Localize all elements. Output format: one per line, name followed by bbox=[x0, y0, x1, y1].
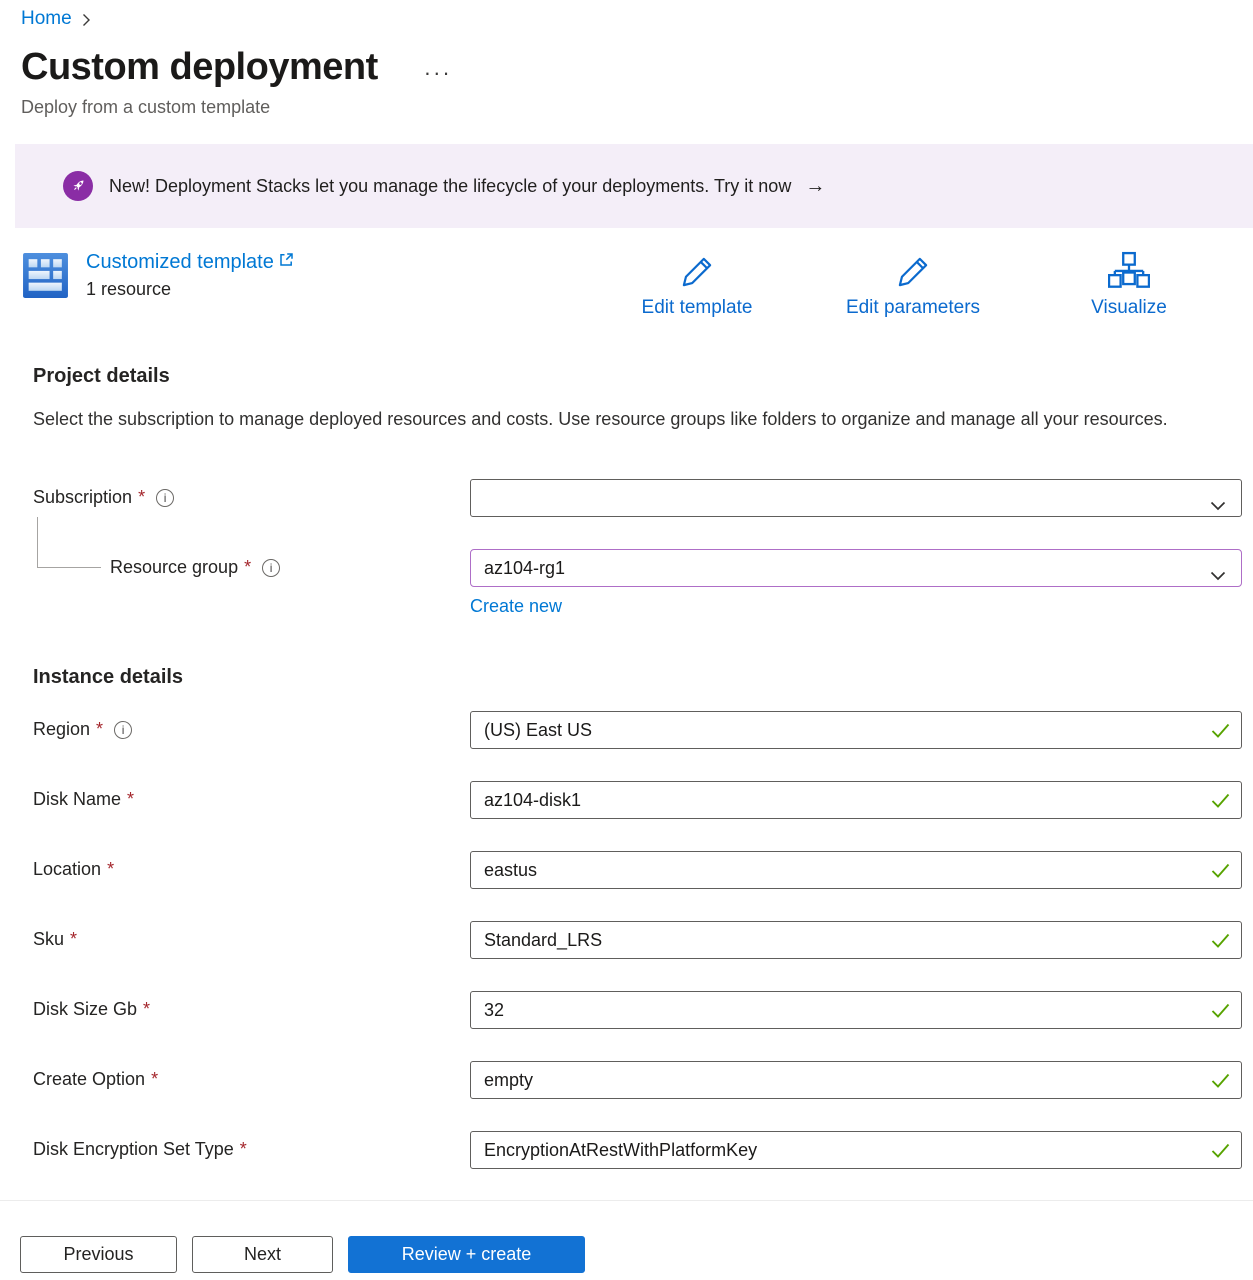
previous-button[interactable]: Previous bbox=[20, 1236, 177, 1273]
required-asterisk: * bbox=[151, 1069, 158, 1090]
arrow-right-icon: → bbox=[805, 175, 825, 198]
field-label: Disk Encryption Set Type bbox=[33, 1139, 234, 1160]
field-value: empty bbox=[484, 1070, 533, 1091]
chevron-down-icon bbox=[1210, 565, 1226, 586]
edit-parameters-label: Edit parameters bbox=[846, 297, 980, 319]
check-icon bbox=[1211, 793, 1230, 814]
field-input[interactable]: Standard_LRS bbox=[470, 921, 1242, 959]
check-icon bbox=[1211, 863, 1230, 884]
field-value: Standard_LRS bbox=[484, 930, 602, 951]
breadcrumb-chevron-icon bbox=[82, 13, 91, 27]
subscription-group-connector bbox=[37, 517, 101, 568]
field-row: Sku* i Standard_LRS bbox=[33, 921, 1242, 959]
field-input[interactable]: eastus bbox=[470, 851, 1242, 889]
check-icon bbox=[1211, 1143, 1230, 1164]
field-input[interactable]: empty bbox=[470, 1061, 1242, 1099]
required-asterisk: * bbox=[70, 929, 77, 950]
subscription-label: Subscription bbox=[33, 487, 132, 508]
project-details-description: Select the subscription to manage deploy… bbox=[33, 404, 1188, 435]
field-input[interactable]: 32 bbox=[470, 991, 1242, 1029]
required-asterisk: * bbox=[127, 789, 134, 810]
instance-fields: Region * i (US) East US Disk Name * i az10… bbox=[33, 711, 1242, 1169]
next-button[interactable]: Next bbox=[192, 1236, 333, 1273]
visualize-label: Visualize bbox=[1091, 297, 1167, 319]
field-label: Region bbox=[33, 719, 90, 740]
visualize-button[interactable]: Visualize bbox=[1021, 251, 1237, 319]
visualize-icon bbox=[1108, 251, 1150, 293]
resource-count: 1 resource bbox=[86, 279, 294, 300]
field-input[interactable]: az104-disk1 bbox=[470, 781, 1242, 819]
info-icon[interactable]: i bbox=[114, 721, 132, 739]
required-asterisk: * bbox=[107, 859, 114, 880]
resource-group-value: az104-rg1 bbox=[484, 558, 565, 579]
field-label: Location bbox=[33, 859, 101, 880]
instance-details-heading: Instance details bbox=[33, 666, 1242, 689]
footer-bar: Previous Next Review + create bbox=[0, 1200, 1253, 1280]
field-value: (US) East US bbox=[484, 720, 592, 741]
required-asterisk: * bbox=[244, 557, 251, 578]
resource-group-dropdown[interactable]: az104-rg1 bbox=[470, 549, 1242, 587]
edit-template-button[interactable]: Edit template bbox=[589, 251, 805, 319]
edit-parameters-button[interactable]: Edit parameters bbox=[805, 251, 1021, 319]
field-row: Disk Encryption Set Type* i EncryptionAt… bbox=[33, 1131, 1242, 1169]
field-label: Disk Size Gb bbox=[33, 999, 137, 1020]
subscription-dropdown[interactable] bbox=[470, 479, 1242, 517]
deployment-stacks-banner[interactable]: New! Deployment Stacks let you manage th… bbox=[15, 144, 1253, 228]
external-link-icon bbox=[279, 252, 294, 267]
info-icon[interactable]: i bbox=[262, 559, 280, 577]
required-asterisk: * bbox=[96, 719, 103, 740]
field-row: Region * i (US) East US bbox=[33, 711, 1242, 749]
breadcrumb-home-link[interactable]: Home bbox=[21, 8, 72, 30]
template-icon bbox=[21, 251, 70, 305]
required-asterisk: * bbox=[138, 487, 145, 508]
field-value: az104-disk1 bbox=[484, 790, 581, 811]
custom-deployment-page: Home Custom deployment ··· Deploy from a… bbox=[0, 0, 1253, 1200]
resource-group-row: Resource group * i az104-rg1 Create new bbox=[33, 549, 1242, 617]
customized-template-label: Customized template bbox=[86, 251, 274, 274]
pencil-icon bbox=[676, 251, 718, 293]
pencil-icon bbox=[892, 251, 934, 293]
check-icon bbox=[1211, 933, 1230, 954]
field-label: Disk Name bbox=[33, 789, 121, 810]
required-asterisk: * bbox=[240, 1139, 247, 1160]
field-label: Sku bbox=[33, 929, 64, 950]
rocket-icon bbox=[63, 171, 93, 201]
field-value: 32 bbox=[484, 1000, 504, 1021]
project-details-heading: Project details bbox=[33, 365, 1242, 388]
required-asterisk: * bbox=[143, 999, 150, 1020]
field-row: Disk Name* i az104-disk1 bbox=[33, 781, 1242, 819]
create-new-link[interactable]: Create new bbox=[470, 596, 562, 617]
field-input[interactable]: (US) East US bbox=[470, 711, 1242, 749]
check-icon bbox=[1211, 723, 1230, 744]
banner-message: New! Deployment Stacks let you manage th… bbox=[109, 176, 791, 197]
review-create-button[interactable]: Review + create bbox=[348, 1236, 585, 1273]
page-title: Custom deployment bbox=[21, 46, 378, 89]
subscription-row: Subscription * i bbox=[33, 479, 1242, 517]
edit-template-label: Edit template bbox=[642, 297, 753, 319]
field-row: Create Option* i empty bbox=[33, 1061, 1242, 1099]
field-value: EncryptionAtRestWithPlatformKey bbox=[484, 1140, 757, 1161]
field-input[interactable]: EncryptionAtRestWithPlatformKey bbox=[470, 1131, 1242, 1169]
field-row: Location* i eastus bbox=[33, 851, 1242, 889]
breadcrumb: Home bbox=[21, 8, 1242, 30]
more-options-icon[interactable]: ··· bbox=[424, 68, 452, 78]
field-label: Create Option bbox=[33, 1069, 145, 1090]
check-icon bbox=[1211, 1003, 1230, 1024]
info-icon[interactable]: i bbox=[156, 489, 174, 507]
check-icon bbox=[1211, 1073, 1230, 1094]
chevron-down-icon bbox=[1210, 495, 1226, 516]
page-subtitle: Deploy from a custom template bbox=[21, 97, 1242, 118]
field-value: eastus bbox=[484, 860, 537, 881]
field-row: Disk Size Gb* i 32 bbox=[33, 991, 1242, 1029]
resource-group-label: Resource group bbox=[110, 557, 238, 578]
customized-template-link[interactable]: Customized template bbox=[86, 251, 294, 274]
